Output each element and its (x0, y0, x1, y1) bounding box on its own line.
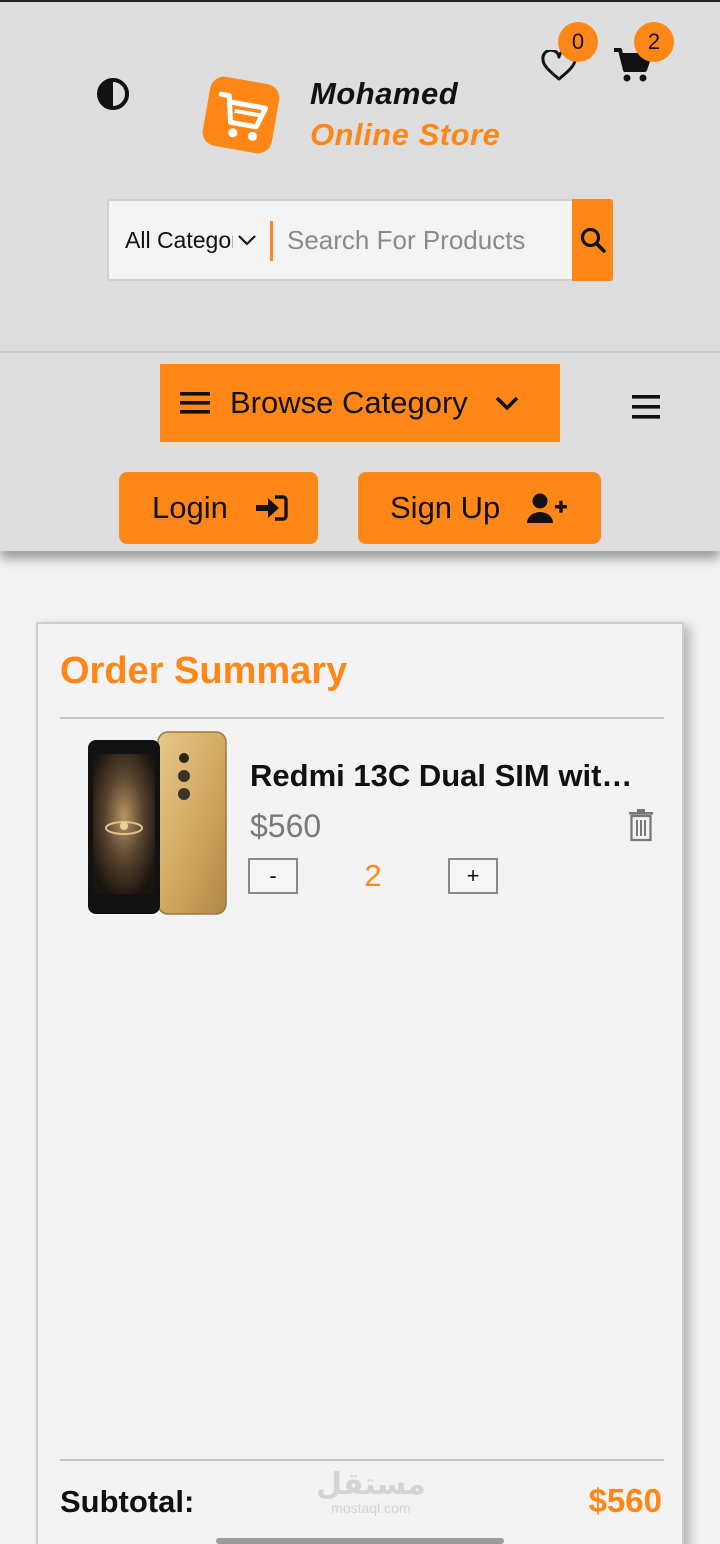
home-indicator[interactable] (216, 1538, 504, 1544)
smartphone-product-image (88, 731, 227, 915)
shopping-cart-logo-icon (202, 76, 280, 154)
divider (60, 1459, 664, 1461)
decrease-quantity-button[interactable]: - (248, 858, 298, 894)
search-input[interactable] (287, 215, 557, 265)
product-image (84, 728, 232, 920)
category-select-value: All Categories (125, 226, 233, 253)
login-button[interactable]: Login (119, 472, 318, 544)
sign-up-button[interactable]: Sign Up (358, 472, 601, 544)
quantity-value: 2 (364, 858, 382, 893)
menu-icon (632, 395, 660, 419)
watermark-arabic: مستقل (316, 1468, 426, 1501)
user-plus-icon (527, 493, 568, 523)
brand-name: Mohamed (310, 76, 459, 111)
subtotal-label: Subtotal: (60, 1484, 195, 1519)
sign-in-icon (255, 495, 288, 521)
remove-item-button[interactable] (628, 808, 654, 842)
product-name[interactable]: Redmi 13C Dual SIM with 256GB (250, 758, 634, 794)
store-logo[interactable] (198, 72, 284, 158)
order-summary-title: Order Summary (60, 650, 348, 692)
browse-category-button[interactable]: Browse Category (160, 364, 560, 442)
site-header: Mohamed Online Store 0 2 All Categories (0, 2, 720, 351)
increase-quantity-button[interactable]: + (448, 858, 498, 894)
watermark-logo: مستقل mostaql.com (316, 1468, 426, 1517)
search-bar: All Categories (107, 199, 613, 281)
theme-toggle-button[interactable] (96, 77, 130, 111)
order-summary-card: Order Summary Redmi 13C Dual SIM with $5… (36, 622, 684, 1544)
navigation-bar: Browse Category Login Sign Up (0, 351, 720, 551)
sign-up-label: Sign Up (390, 490, 501, 525)
search-button[interactable] (572, 199, 613, 281)
chevron-down-icon (238, 235, 256, 246)
chevron-down-icon (495, 396, 519, 411)
product-price: $560 (250, 808, 322, 844)
trash-icon (629, 809, 653, 842)
login-label: Login (152, 490, 228, 525)
contrast-icon (97, 78, 129, 110)
wishlist-count-badge: 0 (558, 22, 598, 62)
browse-category-label: Browse Category (230, 385, 468, 420)
hamburger-icon (180, 392, 210, 414)
search-divider (270, 221, 273, 261)
brand-tagline: Online Store (310, 117, 501, 152)
watermark-url: mostaql.com (331, 1500, 411, 1516)
cart-count-badge: 2 (634, 22, 674, 62)
subtotal-value: $560 (588, 1482, 662, 1519)
main-menu-button[interactable] (630, 393, 662, 421)
category-select[interactable]: All Categories (125, 201, 273, 279)
search-icon (580, 227, 606, 253)
divider (60, 717, 664, 719)
